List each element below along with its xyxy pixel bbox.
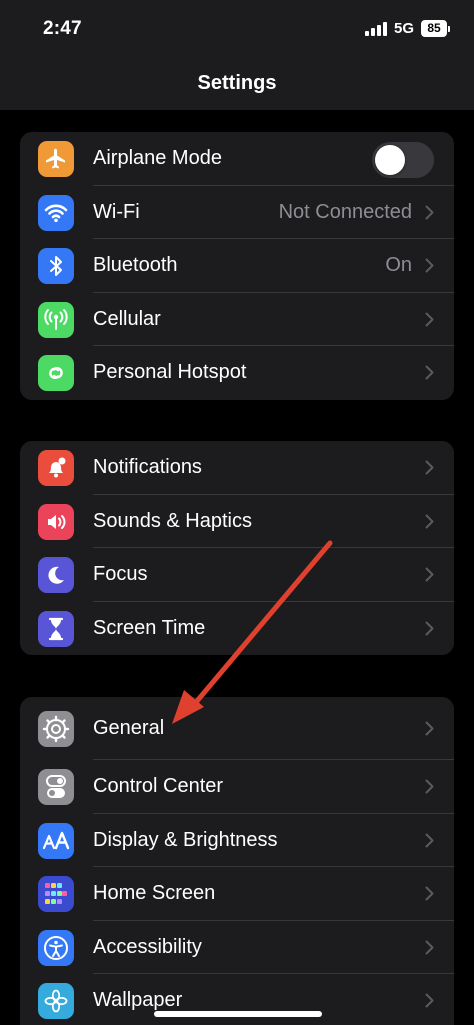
settings-row-label: Screen Time — [93, 616, 206, 639]
settings-group-general: General Control Center Display & Brightn… — [20, 697, 454, 1025]
settings-row-accessibility[interactable]: Accessibility — [20, 921, 454, 974]
page-title: Settings — [197, 72, 277, 94]
settings-row-notifications[interactable]: Notifications — [20, 441, 454, 495]
chevron-right-icon — [425, 312, 434, 326]
chevron-right-icon — [425, 779, 434, 794]
settings-row-display-brightness[interactable]: Display & Brightness — [20, 814, 454, 867]
settings-row-label: Accessibility — [93, 935, 202, 958]
settings-row-personal-hotspot[interactable]: Personal Hotspot — [20, 346, 454, 400]
status-indicators: 5G 85 — [364, 20, 450, 37]
settings-row-airplane-mode[interactable]: Airplane Mode — [20, 132, 454, 186]
chevron-right-icon — [425, 721, 434, 736]
settings-row-label: Sounds & Haptics — [93, 509, 252, 532]
settings-row-label: General — [93, 717, 165, 739]
chevron-right-icon — [425, 886, 434, 901]
settings-row-label: Focus — [93, 563, 148, 586]
chevron-right-icon — [425, 205, 434, 219]
switches-icon — [38, 769, 74, 805]
settings-row-wifi[interactable]: Wi-Fi Not Connected — [20, 186, 454, 239]
chevron-right-icon — [425, 940, 434, 954]
bluetooth-icon — [38, 248, 74, 284]
accessibility-icon — [38, 929, 74, 966]
settings-row-label: Home Screen — [93, 882, 216, 905]
home-indicator[interactable] — [154, 1011, 322, 1017]
settings-row-label: Notifications — [93, 456, 202, 479]
gear-icon — [38, 711, 74, 747]
settings-row-label: Airplane Mode — [93, 147, 222, 170]
hotspot-icon — [38, 355, 74, 391]
bluetooth-status: On — [385, 254, 412, 277]
battery-icon: 85 — [421, 20, 450, 37]
settings-row-sounds-haptics[interactable]: Sounds & Haptics — [20, 495, 454, 548]
hourglass-icon — [38, 610, 74, 647]
settings-row-control-center[interactable]: Control Center — [20, 760, 454, 814]
wifi-status: Not Connected — [278, 200, 412, 223]
settings-row-label: Bluetooth — [93, 254, 178, 277]
flower-icon — [38, 983, 74, 1019]
navigation-bar: Settings — [0, 60, 474, 110]
status-bar: 2:47 5G 85 — [0, 0, 474, 60]
chevron-right-icon — [425, 833, 434, 847]
settings-group-notifications: Notifications Sounds & Haptics Focus Scr… — [20, 441, 454, 655]
settings-row-bluetooth[interactable]: Bluetooth On — [20, 239, 454, 293]
airplane-mode-toggle[interactable] — [372, 142, 434, 178]
settings-row-label: Cellular — [93, 307, 161, 330]
settings-row-home-screen[interactable]: Home Screen — [20, 867, 454, 921]
settings-row-cellular[interactable]: Cellular — [20, 293, 454, 346]
chevron-right-icon — [425, 621, 434, 635]
app-grid-icon — [38, 876, 74, 912]
speaker-icon — [38, 503, 74, 540]
network-type: 5G — [393, 20, 414, 37]
settings-row-general[interactable]: General — [20, 697, 454, 760]
text-size-icon — [38, 822, 74, 859]
settings-group-connectivity: Airplane Mode Wi-Fi Not Connected Blueto… — [20, 132, 454, 400]
settings-row-label: Wallpaper — [93, 989, 183, 1012]
status-time: 2:47 — [43, 18, 82, 39]
chevron-right-icon — [425, 258, 434, 273]
airplane-icon — [38, 141, 74, 177]
settings-row-label: Display & Brightness — [93, 828, 278, 851]
settings-row-label: Wi-Fi — [93, 200, 140, 223]
cellular-signal-icon — [364, 21, 387, 36]
settings-row-focus[interactable]: Focus — [20, 548, 454, 602]
battery-level: 85 — [421, 20, 447, 37]
chevron-right-icon — [425, 567, 434, 582]
chevron-right-icon — [425, 460, 434, 475]
settings-row-wallpaper[interactable]: Wallpaper — [20, 974, 454, 1025]
bell-icon — [38, 450, 74, 486]
settings-row-screen-time[interactable]: Screen Time — [20, 602, 454, 656]
settings-row-label: Control Center — [93, 775, 224, 798]
moon-icon — [38, 557, 74, 593]
cellular-icon — [38, 301, 74, 338]
chevron-right-icon — [425, 365, 434, 380]
settings-row-label: Personal Hotspot — [93, 361, 247, 384]
chevron-right-icon — [425, 514, 434, 528]
chevron-right-icon — [425, 993, 434, 1008]
wifi-icon — [38, 194, 74, 231]
